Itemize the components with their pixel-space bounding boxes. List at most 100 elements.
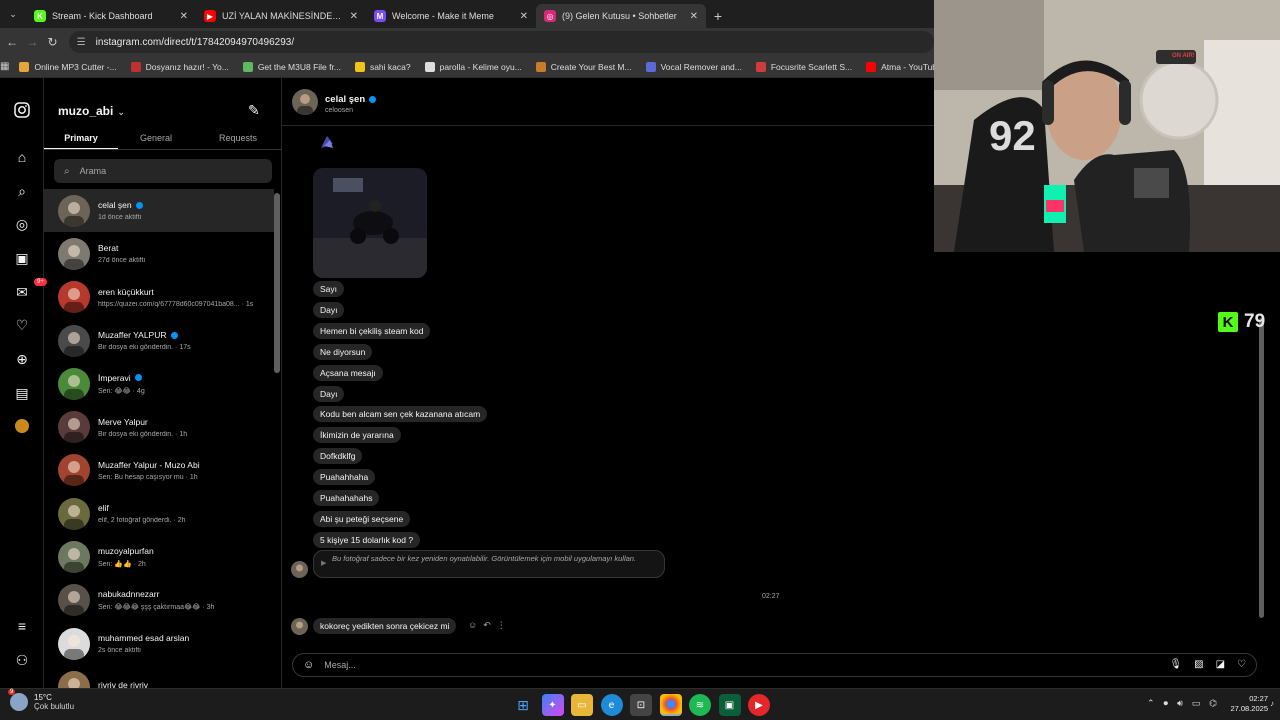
bookmark-item[interactable]: parolla - Kelime oyu... <box>424 61 522 72</box>
message-bubble[interactable]: Puahahhaha <box>313 469 376 486</box>
instagram-logo-icon[interactable] <box>12 100 32 120</box>
message-bubble[interactable]: Dayı <box>313 385 345 402</box>
address-bar[interactable]: ☰ instagram.com/direct/t/178420949704962… <box>68 31 935 53</box>
new-message-icon[interactable]: ✎ <box>248 102 260 119</box>
bookmark-item[interactable]: sahi kaca? <box>354 61 411 72</box>
inbox-scrollbar[interactable] <box>274 189 280 687</box>
chat-contact-name[interactable]: celal şen <box>325 94 377 105</box>
weather-widget[interactable]: 9 15°C Çok bulutlu <box>8 689 74 711</box>
browser-tab[interactable]: ▶ UZİ YALAN MAKİNESİNDE! | #P… ✕ <box>196 4 366 28</box>
close-tab-icon[interactable]: ✕ <box>520 11 528 22</box>
forward-button[interactable]: → <box>24 31 40 53</box>
conversation-item[interactable]: Merve Yalpur Bir dosya eki gönderdin. · 1… <box>44 405 274 448</box>
more-options-icon[interactable]: ⋮ <box>497 620 506 631</box>
sender-avatar[interactable] <box>291 618 308 635</box>
bookmark-item[interactable]: Focusrite Scarlett S... <box>755 61 852 72</box>
message-bubble[interactable]: İkimizin de yararına <box>313 427 401 444</box>
reels-icon[interactable]: ▣ <box>12 248 32 268</box>
sticker-icon[interactable]: ◪ <box>1216 659 1225 670</box>
conversation-item[interactable]: celal şen 1d önce aktifti <box>44 189 274 233</box>
message-bubble[interactable]: Puahahahahs <box>313 490 380 506</box>
tab-requests[interactable]: Requests <box>194 128 282 149</box>
message-bubble[interactable]: Açsana mesajı <box>313 364 383 381</box>
search-box[interactable]: ⌕ Arama <box>54 159 272 183</box>
conversation-item[interactable]: rivriv de rivriv <box>44 665 274 688</box>
create-icon[interactable]: ⊕ <box>12 349 32 369</box>
reload-button[interactable]: ↻ <box>44 31 60 53</box>
notifications-heart-icon[interactable]: ♡ <box>12 315 32 335</box>
media-player-icon[interactable]: ▶ <box>748 694 770 716</box>
message-input[interactable] <box>324 660 1145 670</box>
close-tab-icon[interactable]: ✕ <box>180 11 188 22</box>
last-message-bubble[interactable]: kokoreç yedikten sonra çekicez mi <box>313 618 457 634</box>
more-menu-icon[interactable]: ≡ <box>12 616 32 636</box>
heart-like-icon[interactable]: ♡ <box>1237 659 1246 670</box>
browser-tab[interactable]: M Welcome - Make it Meme ✕ <box>366 4 536 28</box>
message-bubble[interactable]: Abi şu peteği seçsene <box>313 510 411 527</box>
copilot-icon[interactable]: ✦ <box>541 694 564 716</box>
conversation-item[interactable]: muhammed esad arslan 2s önce aktifti <box>44 622 274 665</box>
file-explorer-icon[interactable]: ▭ <box>571 694 593 716</box>
system-clock[interactable]: 02:27 27.08.2025 <box>1220 694 1268 714</box>
spotify-icon[interactable]: ≋ <box>689 694 711 716</box>
conversation-item[interactable]: Berat 27d önce aktifti <box>44 232 274 275</box>
motorcycle-photo[interactable] <box>313 168 427 278</box>
message-bubble[interactable]: Hemen bi çekiliş steam kod <box>313 322 431 339</box>
close-tab-icon[interactable]: ✕ <box>350 11 358 22</box>
edge-icon[interactable]: e <box>600 694 623 716</box>
account-switcher[interactable]: muzo_abi ⌄ <box>58 104 125 118</box>
windows-start-icon[interactable]: ⊞ <box>512 694 534 716</box>
bookmark-item[interactable]: Online MP3 Cutter -... <box>19 61 117 72</box>
message-bubble[interactable]: Kodu ben alcam sen çek kazanana atıcam <box>313 406 488 423</box>
search-icon[interactable]: ⌕ <box>12 181 32 201</box>
emoji-picker-icon[interactable]: ☺ <box>303 659 314 671</box>
microphone-icon[interactable]: ⏺ <box>1164 698 1169 709</box>
message-bubble[interactable]: Sayı <box>313 281 345 297</box>
bookmark-item[interactable]: Get the M3U8 File fr... <box>242 61 341 72</box>
bookmark-item[interactable]: Vocal Remover and... <box>645 61 742 72</box>
conversation-item[interactable]: elif elif, 2 fotoğraf gönderdi. · 2h <box>44 492 274 535</box>
tray-expand-icon[interactable]: ⌃ <box>1147 698 1155 709</box>
bookmark-item[interactable]: Dosyanız hazır! - Yo... <box>130 61 229 72</box>
store-icon[interactable]: ⊡ <box>630 694 652 716</box>
display-icon[interactable]: ▭ <box>1192 698 1201 709</box>
chat-avatar[interactable] <box>292 89 318 115</box>
sender-avatar[interactable] <box>291 561 308 578</box>
expired-photo-notice[interactable]: ▶ Bu fotoğraf sadece bir kez yeniden oyn… <box>313 550 665 578</box>
tab-search-button[interactable]: ⌄ <box>0 0 26 28</box>
profile-avatar[interactable] <box>12 416 32 436</box>
conversation-item[interactable]: İmperavi Sen: 😂😂 · 4g <box>44 362 274 405</box>
browser-tab[interactable]: ◎ (9) Gelen Kutusu • Sohbetler ✕ <box>536 4 706 28</box>
home-icon[interactable]: ⌂ <box>12 147 32 167</box>
tab-primary[interactable]: Primary <box>44 128 118 149</box>
react-emoji-icon[interactable]: ☺ <box>468 620 477 631</box>
speaker-icon[interactable]: 🔊︎ <box>1177 698 1183 709</box>
new-tab-button[interactable]: + <box>706 4 730 28</box>
message-bubble[interactable]: Ne diyorsun <box>313 343 373 360</box>
conversation-item[interactable]: Muzaffer Yalpur - Muzo Abi Sen: Bu hesap … <box>44 449 274 492</box>
image-icon[interactable]: ▨ <box>1194 659 1203 670</box>
conversation-item[interactable]: Muzaffer YALPUR Bir dosya eki gönderdin. … <box>44 319 274 362</box>
tab-general[interactable]: General <box>118 128 194 149</box>
messenger-icon[interactable]: ✉ 9+ <box>12 278 47 302</box>
kick-app-icon[interactable]: ▣ <box>718 694 741 716</box>
conversation-item[interactable]: muzoyalpurfan Sen: 👍👍 · 2h <box>44 535 274 578</box>
conversation-item[interactable]: eren küçükkurt https://quizei.com/q/67778… <box>44 276 274 319</box>
apps-grid-icon[interactable]: ▦ <box>0 61 9 72</box>
meta-apps-icon[interactable]: ⚇ <box>12 650 32 670</box>
close-tab-icon[interactable]: ✕ <box>690 11 698 22</box>
back-button[interactable]: ← <box>4 31 20 53</box>
bookmark-item[interactable]: Create Your Best M... <box>535 61 632 72</box>
dashboard-icon[interactable]: ▤ <box>12 383 32 403</box>
conversation-item[interactable]: nabukadnnezarr Sen: 😂😂😂 şşş çaktırmaa😂😂 ·… <box>44 579 274 622</box>
browser-tab[interactable]: K Stream - Kick Dashboard ✕ <box>26 4 196 28</box>
bookmark-item[interactable]: Atma - YouTube <box>866 61 934 72</box>
chat-scrollbar[interactable] <box>1258 298 1266 638</box>
message-bubble[interactable]: 5 kişiye 15 dolarlık kod ? <box>313 531 421 548</box>
chrome-icon[interactable] <box>659 694 682 716</box>
message-bubble[interactable]: Dayı <box>313 301 345 318</box>
microphone-icon[interactable]: 🎙︎ <box>1169 659 1182 670</box>
message-bubble[interactable]: Dofkdklfg <box>313 448 363 465</box>
network-icon[interactable]: ⌬ <box>1209 698 1217 709</box>
reply-icon[interactable]: ↶ <box>483 620 491 631</box>
